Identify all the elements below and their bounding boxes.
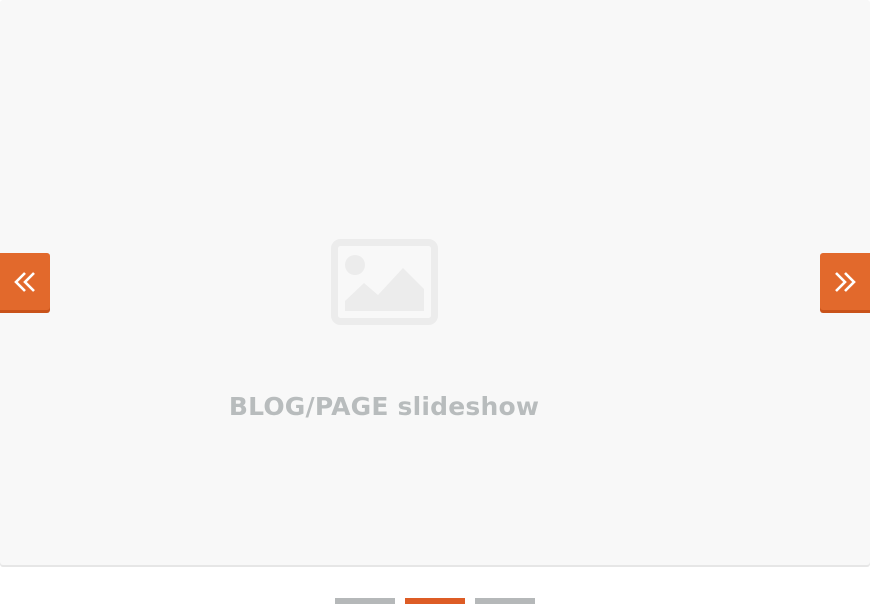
double-chevron-right-icon	[835, 271, 856, 292]
image-placeholder-icon	[331, 239, 438, 325]
slide-pager	[0, 598, 870, 604]
pager-slide-3[interactable]	[475, 598, 535, 604]
previous-slide-button[interactable]	[0, 253, 50, 310]
double-chevron-left-icon	[14, 271, 35, 292]
slide-caption: BLOG/PAGE slideshow	[228, 392, 540, 421]
pager-slide-1[interactable]	[335, 598, 395, 604]
slide: BLOG/PAGE slideshow	[0, 0, 870, 565]
next-slide-button[interactable]	[820, 253, 870, 310]
slideshow: BLOG/PAGE slideshow	[0, 0, 870, 604]
pager-slide-2[interactable]	[405, 598, 465, 604]
